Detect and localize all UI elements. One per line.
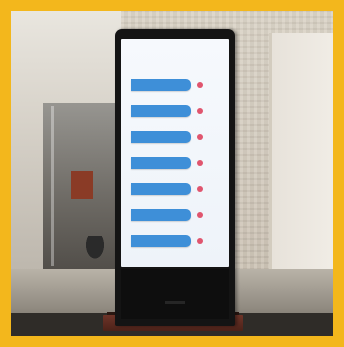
- entry-badge-icon: [197, 82, 203, 88]
- directory-entry[interactable]: [131, 105, 191, 117]
- directory-entry[interactable]: [131, 183, 191, 195]
- entry-badge-icon: [197, 134, 203, 140]
- entry-badge-icon: [197, 186, 203, 192]
- glass-reflection: [51, 106, 54, 266]
- entry-badge-icon: [197, 108, 203, 114]
- directory-entry[interactable]: [131, 79, 191, 91]
- kiosk-screen[interactable]: [121, 39, 229, 267]
- entry-badge-icon: [197, 160, 203, 166]
- office-chair: [81, 236, 109, 266]
- directory-entry[interactable]: [131, 235, 191, 247]
- kiosk-vent: [165, 301, 185, 304]
- directory-kiosk: [115, 29, 235, 326]
- photo: [11, 11, 333, 336]
- kiosk-cabinet: [121, 269, 229, 319]
- entry-badge-icon: [197, 212, 203, 218]
- entry-badge-icon: [197, 238, 203, 244]
- directory-entry[interactable]: [131, 209, 191, 221]
- directory-entry[interactable]: [131, 131, 191, 143]
- background-object: [71, 171, 93, 199]
- directory-entry[interactable]: [131, 157, 191, 169]
- photo-frame: [0, 0, 344, 347]
